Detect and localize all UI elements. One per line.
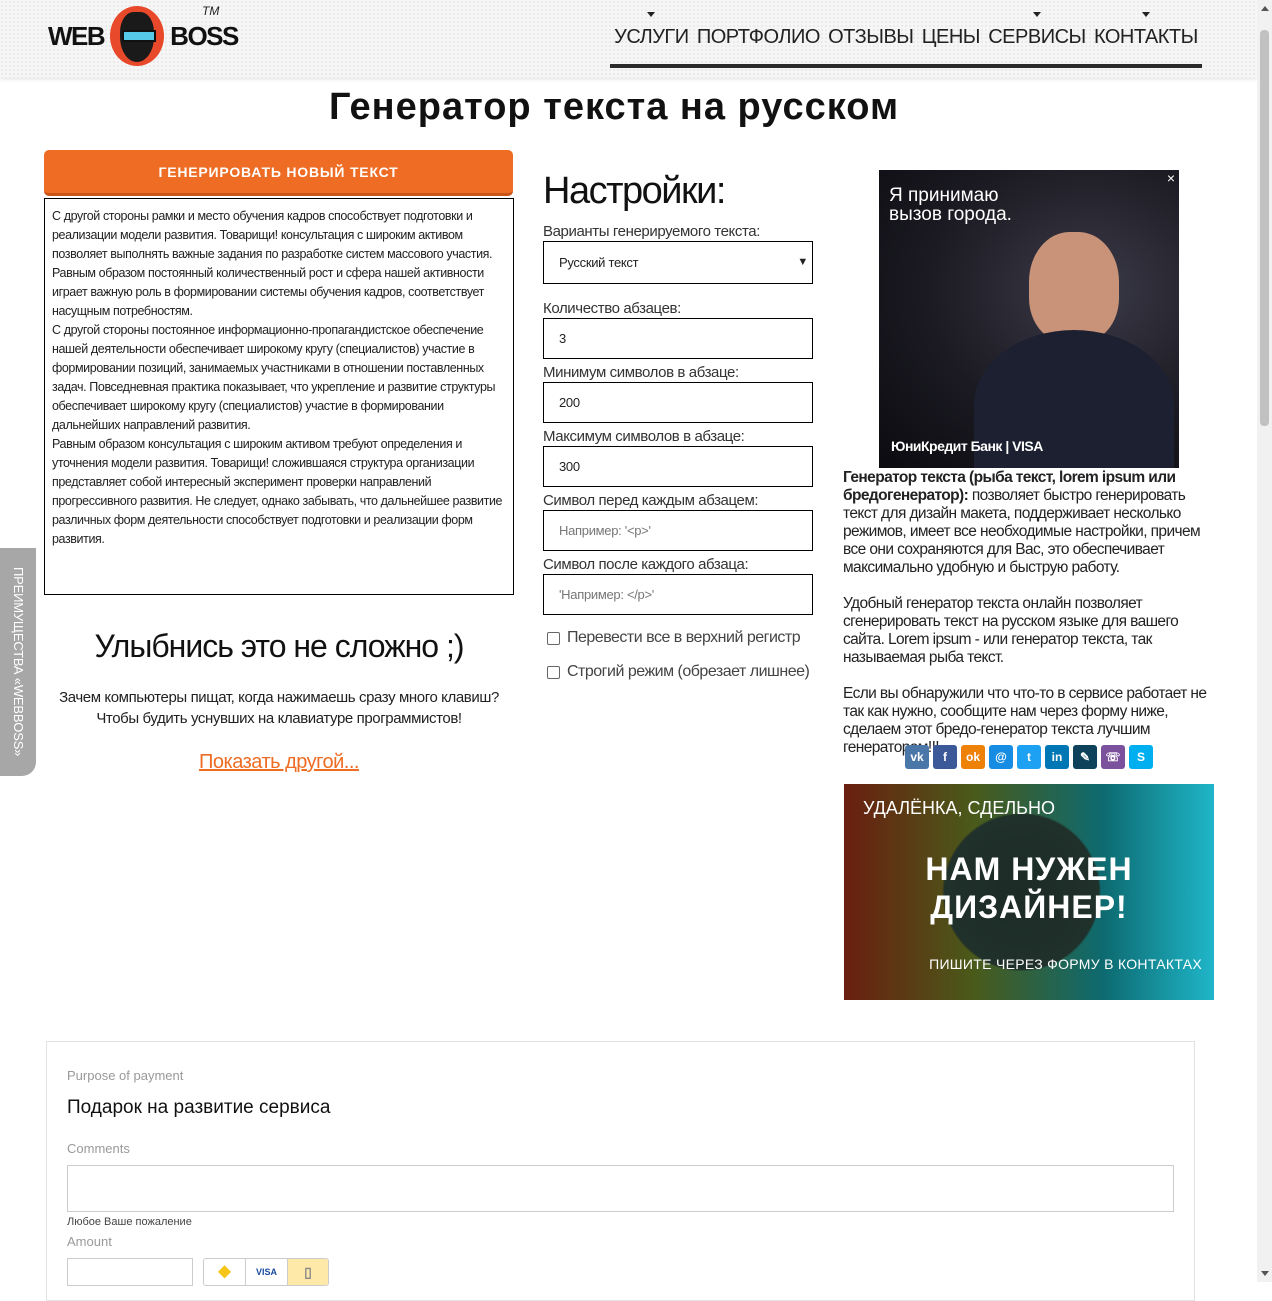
comments-input[interactable] — [67, 1165, 1174, 1212]
scroll-down-icon[interactable] — [1261, 1271, 1269, 1280]
linkedin-share-icon[interactable]: in — [1045, 745, 1069, 769]
max-chars-input[interactable]: 300 — [543, 446, 813, 487]
main-nav: УСЛУГИ ПОРТФОЛИО ОТЗЫВЫ ЦЕНЫ СЕРВИСЫ КОН… — [610, 0, 1202, 68]
generated-paragraph: С другой стороны рамки и место обучения … — [52, 209, 493, 318]
generated-paragraph: С другой стороны постоянное информационн… — [52, 323, 496, 432]
ad-line3: ДИЗАЙНЕР! — [930, 889, 1128, 925]
max-chars-label: Максимум символов в абзаце: — [543, 428, 745, 445]
ad-banner-designer[interactable]: УДАЛЁНКА, СДЕЛЬНО НАМ НУЖЕН ДИЗАЙНЕР! ПИШ… — [844, 784, 1214, 1000]
scroll-up-icon[interactable] — [1261, 2, 1269, 11]
checkbox-box[interactable] — [547, 631, 560, 645]
variant-value: Русский текст — [559, 255, 639, 270]
logo-tm: TM — [202, 4, 220, 18]
ad-headline: НАМ НУЖЕН ДИЗАЙНЕР! — [844, 850, 1214, 926]
about-text: Генератор текста (рыба текст, lorem ipsu… — [843, 469, 1215, 775]
chevron-down-icon: ▼ — [797, 256, 808, 268]
joke-text: Зачем компьютеры пищат, когда нажимаешь … — [59, 689, 499, 727]
paragraphs-input[interactable]: 3 — [543, 318, 813, 359]
generated-text-area[interactable]: С другой стороны рамки и место обучения … — [44, 198, 514, 595]
ad-banner-bank[interactable]: Я принимаю вызов города. × ЮниКредит Бан… — [879, 170, 1179, 468]
vk-share-icon[interactable]: vk — [905, 745, 929, 769]
ad-text: Я принимаю вызов города. — [889, 185, 1012, 225]
scrollbar[interactable] — [1257, 0, 1272, 1282]
card-visa-icon[interactable]: VISA — [246, 1259, 288, 1285]
skype-share-icon[interactable]: S — [1129, 745, 1153, 769]
social-share: vk f ok @ t in ✎ ☏ S — [905, 745, 1153, 769]
checkbox-box[interactable] — [547, 665, 560, 679]
scrollbar-thumb[interactable] — [1260, 30, 1269, 426]
strict-mode-checkbox[interactable]: Строгий режим (обрезает лишнее) — [543, 661, 814, 683]
about-p2: Удобный генератор текста онлайн позволяе… — [843, 595, 1179, 666]
page-title: Генератор текста на русском — [328, 86, 900, 128]
payment-form: Purpose of payment Подарок на развитие с… — [46, 1041, 1195, 1301]
nav-contacts[interactable]: КОНТАКТЫ — [1094, 11, 1198, 49]
twitter-share-icon[interactable]: t — [1017, 745, 1041, 769]
ad-line4: ПИШИТЕ ЧЕРЕЗ ФОРМУ В КОНТАКТАХ — [929, 956, 1202, 972]
before-symbol-label: Символ перед каждым абзацем: — [543, 492, 759, 509]
generated-paragraph: Равным образом консультация с широким ак… — [52, 437, 503, 546]
ad-line2: НАМ НУЖЕН — [925, 851, 1133, 887]
close-icon[interactable]: × — [1167, 170, 1175, 186]
joke-title: Улыбнись это не сложно ;) — [94, 628, 464, 664]
site-header: WEB BOSS TM УСЛУГИ ПОРТФОЛИО ОТЗЫВЫ ЦЕНЫ… — [0, 0, 1257, 78]
facebook-share-icon[interactable]: f — [933, 745, 957, 769]
nav-services[interactable]: УСЛУГИ — [614, 11, 689, 49]
min-chars-label: Минимум символов в абзаце: — [543, 364, 739, 381]
settings-panel: Настройки: Варианты генерируемого текста… — [543, 170, 814, 683]
before-symbol-input[interactable]: Например: '<p>' — [543, 510, 813, 551]
comments-label: Comments — [67, 1141, 130, 1156]
variant-select[interactable]: Русский текст ▼ — [543, 241, 813, 284]
logo-face-icon — [110, 6, 165, 66]
advantages-side-tab[interactable]: ПРЕИМУЩЕСТВА «WEBBOSS» — [0, 548, 36, 776]
variant-label: Варианты генерируемого текста: — [543, 223, 760, 240]
viber-share-icon[interactable]: ☏ — [1101, 745, 1125, 769]
nav-reviews[interactable]: ОТЗЫВЫ — [828, 26, 914, 49]
amount-label: Amount — [67, 1234, 112, 1249]
odnoklassniki-share-icon[interactable]: ok — [961, 745, 985, 769]
comments-hint: Любое Ваше пожаление — [67, 1216, 192, 1228]
nav-prices[interactable]: ЦЕНЫ — [922, 26, 981, 49]
after-symbol-label: Символ после каждого абзаца: — [543, 556, 749, 573]
settings-title: Настройки: — [543, 170, 726, 212]
wallet-icon[interactable]: ◆ — [204, 1259, 246, 1285]
ad-brand: ЮниКредит Банк | VISA — [891, 438, 1043, 454]
generate-button[interactable]: ГЕНЕРИРОВАТЬ НОВЫЙ ТЕКСТ — [44, 150, 513, 196]
paragraphs-label: Количество абзацев: — [543, 300, 681, 317]
ad-person-image — [1029, 232, 1119, 342]
logo-text-boss: BOSS — [170, 20, 239, 51]
nav-tools[interactable]: СЕРВИСЫ — [988, 11, 1086, 49]
purpose-value: Подарок на развитие сервиса — [67, 1097, 331, 1118]
nav-portfolio[interactable]: ПОРТФОЛИО — [697, 26, 821, 49]
show-another-link[interactable]: Показать другой... — [44, 751, 514, 774]
strict-mode-label: Строгий режим (обрезает лишнее) — [567, 663, 810, 680]
after-symbol-input[interactable]: 'Например: </p>' — [543, 574, 813, 615]
livejournal-share-icon[interactable]: ✎ — [1073, 745, 1097, 769]
uppercase-checkbox[interactable]: Перевести все в верхний регистр — [543, 627, 814, 649]
purpose-label: Purpose of payment — [67, 1068, 184, 1083]
uppercase-label: Перевести все в верхний регистр — [567, 629, 801, 646]
min-chars-input[interactable]: 200 — [543, 382, 813, 423]
mobile-phone-icon[interactable]: ▯ — [288, 1259, 328, 1285]
moimir-share-icon[interactable]: @ — [989, 745, 1013, 769]
ad-line1: УДАЛЁНКА, СДЕЛЬНО — [863, 798, 1055, 818]
logo-text-web: WEB — [48, 20, 106, 51]
